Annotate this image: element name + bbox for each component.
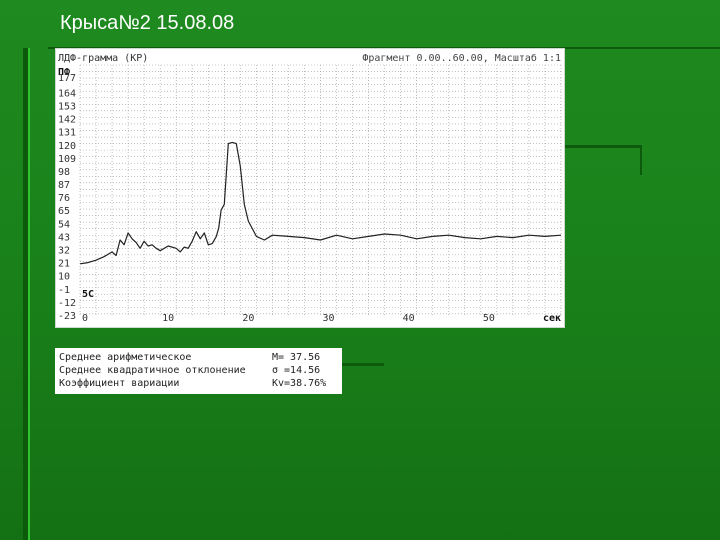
y-tick-label: 76 [58,193,70,204]
y-tick-label: -12 [58,298,76,309]
chart-annotation: 5С [82,289,94,300]
y-tick-label: 142 [58,115,76,126]
decorative-bar-vertical-light [28,48,30,540]
chart-grid [79,64,562,315]
y-tick-label: 87 [58,180,70,191]
ldf-chart: ЛДФ-грамма (КР) Фрагмент 0.00..60.00, Ма… [58,52,562,324]
decorative-bar-right-2 [640,145,642,175]
x-tick-label: 0 [82,313,88,324]
y-tick-label: 32 [58,246,70,257]
y-tick-label: 131 [58,128,76,139]
decorative-bar-right [565,145,640,148]
stat-value-mean: M= 37.56 [272,352,321,363]
x-axis-label: сек [543,313,561,324]
stat-value-std: σ =14.56 [272,365,321,376]
y-tick-label: 120 [58,141,76,152]
y-tick-label: 10 [58,272,70,283]
chart-subtitle: Фрагмент 0.00..60.00, Масштаб 1:1 [362,52,561,64]
y-tick-label: -23 [58,311,76,322]
chart-title: ЛДФ-грамма (КР) [58,53,148,64]
y-tick-label: -1 [58,285,70,296]
y-tick-label: 54 [58,219,70,230]
x-tick-label: 20 [242,313,254,324]
y-tick-labels: 177 164 153 142 131 120 109 98 87 76 65 54 43 32 21 10 -… [58,73,76,322]
stat-label-cv: Коэффициент вариации [59,378,180,389]
stat-label-std: Среднее квадратичное отклонение [59,365,246,376]
y-tick-label: 177 [58,73,76,84]
y-tick-label: 109 [58,154,76,165]
y-tick-label: 21 [58,259,70,270]
y-tick-label: 65 [58,206,70,217]
x-tick-label: 50 [483,313,495,324]
y-tick-label: 164 [58,88,76,99]
x-tick-label: 40 [403,313,415,324]
stat-value-cv: Kv=38.76% [272,378,327,389]
decorative-bar-bottom [342,363,384,366]
stat-label-mean: Среднее арифметическое [59,352,192,363]
slide-title: Крыса№2 15.08.08 [60,12,235,34]
statistics-panel: Среднее арифметическое M= 37.56 Среднее … [55,348,342,394]
y-tick-label: 98 [58,167,70,178]
x-tick-label: 10 [162,313,174,324]
y-tick-label: 153 [58,101,76,112]
x-tick-label: 30 [323,313,335,324]
chart-panel: ЛДФ-грамма (КР) Фрагмент 0.00..60.00, Ма… [55,48,565,328]
y-tick-label: 43 [58,232,70,243]
